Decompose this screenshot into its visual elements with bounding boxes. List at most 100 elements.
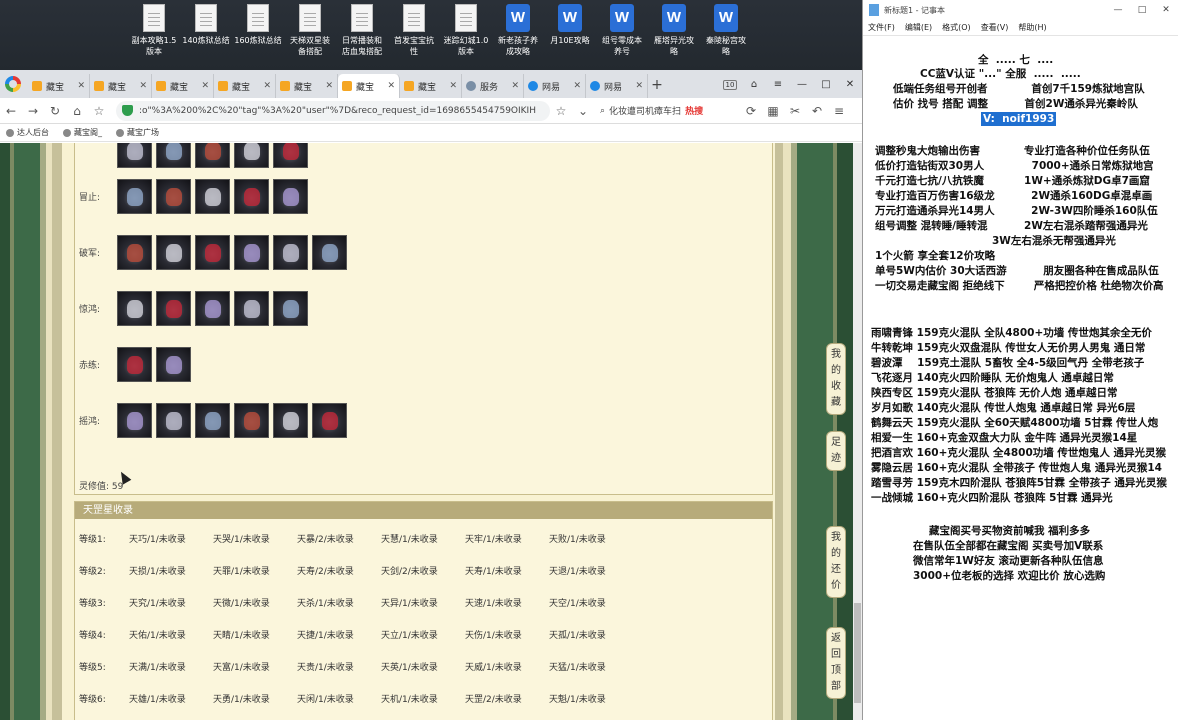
tab-close-icon[interactable]: ✕ xyxy=(573,81,581,91)
desktop-icon[interactable]: W 月10E攻略 xyxy=(542,4,598,46)
browser-tab[interactable]: 藏宝 ✕ xyxy=(152,74,214,98)
browser-tab[interactable]: 网易 ✕ xyxy=(524,74,586,98)
tab-close-icon[interactable]: ✕ xyxy=(201,81,209,91)
minimize-button[interactable]: — xyxy=(790,79,814,90)
equipment-item-icon[interactable] xyxy=(234,291,269,326)
equipment-item-icon[interactable] xyxy=(117,347,152,382)
equipment-item-icon[interactable] xyxy=(234,235,269,270)
bookmark-star-icon[interactable]: ☆ xyxy=(550,104,572,118)
back-icon[interactable]: ← xyxy=(0,104,22,118)
scrollbar-thumb[interactable] xyxy=(854,603,861,703)
notepad-menu-item[interactable]: 查看(V) xyxy=(981,22,1009,33)
equipment-item-icon[interactable] xyxy=(156,347,191,382)
equipment-item-icon[interactable] xyxy=(273,143,308,168)
notepad-minimize-button[interactable]: — xyxy=(1106,5,1130,15)
desktop-icon[interactable]: 140炼狱总结 xyxy=(178,4,234,46)
tab-close-icon[interactable]: ✕ xyxy=(77,81,85,91)
equipment-item-icon[interactable] xyxy=(117,291,152,326)
scrollbar[interactable] xyxy=(853,143,862,720)
desktop-icon[interactable]: 首发宝宝抗 性 xyxy=(386,4,442,57)
browser-tab[interactable]: 藏宝 ✕ xyxy=(28,74,90,98)
equipment-item-icon[interactable] xyxy=(195,235,230,270)
desktop-icon[interactable]: W 新老孩子养 成攻略 xyxy=(490,4,546,57)
desktop-icon[interactable]: W 雁塔异光攻 略 xyxy=(646,4,702,57)
desktop-icon[interactable]: 迷踪幻城1.0 版本 xyxy=(438,4,494,57)
forward-icon[interactable]: → xyxy=(22,104,44,118)
browser-tab[interactable]: 藏宝 ✕ xyxy=(338,74,400,98)
browser-tab[interactable]: 藏宝 ✕ xyxy=(90,74,152,98)
equipment-item-icon[interactable] xyxy=(195,179,230,214)
equipment-item-icon[interactable] xyxy=(312,235,347,270)
browser-tab[interactable]: 网易 ✕ xyxy=(586,74,648,98)
equipment-item-icon[interactable] xyxy=(273,235,308,270)
reload-icon[interactable]: ↻ xyxy=(44,104,66,118)
dropdown-icon[interactable]: ⌄ xyxy=(572,104,594,118)
equipment-item-icon[interactable] xyxy=(312,403,347,438)
equipment-item-icon[interactable] xyxy=(273,179,308,214)
notepad-menu-item[interactable]: 文件(F) xyxy=(868,22,895,33)
side-button[interactable]: 返回顶部 xyxy=(826,627,846,699)
equipment-item-icon[interactable] xyxy=(117,179,152,214)
notepad-maximize-button[interactable]: □ xyxy=(1130,5,1154,15)
tab-close-icon[interactable]: ✕ xyxy=(449,81,457,91)
tab-close-icon[interactable]: ✕ xyxy=(325,81,333,91)
side-button[interactable]: 我的还价 xyxy=(826,526,846,598)
equipment-item-icon[interactable] xyxy=(117,143,152,168)
notepad-text-area[interactable]: 全 ..... 七 .... CC蓝V认证 "..." 全服 ..... ....… xyxy=(863,36,1178,720)
browser-tab[interactable]: 藏宝 ✕ xyxy=(276,74,338,98)
tab-close-icon[interactable]: ✕ xyxy=(635,81,643,91)
menu-icon[interactable]: ≡ xyxy=(766,79,790,90)
tab-close-icon[interactable]: ✕ xyxy=(387,81,395,91)
equipment-item-icon[interactable] xyxy=(156,143,191,168)
desktop-icon[interactable]: 天梯双星装 备搭配 xyxy=(282,4,338,57)
equipment-item-icon[interactable] xyxy=(273,403,308,438)
equipment-item-icon[interactable] xyxy=(156,235,191,270)
browser-tab[interactable]: 服务 ✕ xyxy=(462,74,524,98)
undo-icon[interactable]: ↶ xyxy=(806,104,828,118)
desktop-icon[interactable]: W 秦陵秘宫攻 略 xyxy=(698,4,754,57)
notepad-close-button[interactable]: ✕ xyxy=(1154,5,1178,15)
star-icon[interactable]: ☆ xyxy=(88,104,110,118)
side-button[interactable]: 足迹 xyxy=(826,431,846,471)
browser-logo-icon[interactable] xyxy=(5,76,21,92)
apps-icon[interactable]: ▦ xyxy=(762,104,784,118)
url-input[interactable]: :o"%3A%200%2C%20"tag"%3A%20"user"%7D&rec… xyxy=(116,100,550,121)
sync-icon[interactable]: ⟳ xyxy=(740,104,762,118)
browser-tab[interactable]: 藏宝 ✕ xyxy=(400,74,462,98)
desktop-icon[interactable]: 日常播装和 店血鬼搭配 xyxy=(334,4,390,57)
notepad-menu-item[interactable]: 编辑(E) xyxy=(905,22,932,33)
tab-close-icon[interactable]: ✕ xyxy=(263,81,271,91)
equipment-item-icon[interactable] xyxy=(234,403,269,438)
side-button[interactable]: 我的收藏 xyxy=(826,343,846,415)
more-menu-icon[interactable]: ≡ xyxy=(828,104,850,118)
new-tab-button[interactable]: + xyxy=(648,74,666,98)
shirt-icon[interactable]: ⌂ xyxy=(742,79,766,90)
desktop-icon[interactable]: 副本攻略1.5 版本 xyxy=(126,4,182,57)
close-button[interactable]: ✕ xyxy=(838,79,862,90)
equipment-item-icon[interactable] xyxy=(117,235,152,270)
desktop-icon[interactable]: 160炼狱总结 xyxy=(230,4,286,46)
equipment-item-icon[interactable] xyxy=(156,291,191,326)
equipment-item-icon[interactable] xyxy=(195,291,230,326)
bookmark-item[interactable]: 达人后台 xyxy=(6,127,49,138)
browser-tab[interactable]: 藏宝 ✕ xyxy=(214,74,276,98)
bookmark-item[interactable]: 藏宝广场 xyxy=(116,127,159,138)
equipment-item-icon[interactable] xyxy=(117,403,152,438)
equipment-item-icon[interactable] xyxy=(234,143,269,168)
tab-count-badge[interactable]: 10 xyxy=(718,79,742,90)
equipment-item-icon[interactable] xyxy=(156,179,191,214)
cut-icon[interactable]: ✂ xyxy=(784,104,806,118)
notepad-menu-item[interactable]: 帮助(H) xyxy=(1018,22,1046,33)
search-input[interactable]: ⌕ 化妆遭司机瘴车扫 热搜 xyxy=(600,101,740,121)
bookmark-item[interactable]: 藏宝阁_ xyxy=(63,127,102,138)
desktop-icon[interactable]: W 组号零成本 养号 xyxy=(594,4,650,57)
equipment-item-icon[interactable] xyxy=(195,143,230,168)
home-icon[interactable]: ⌂ xyxy=(66,104,88,118)
tab-close-icon[interactable]: ✕ xyxy=(139,81,147,91)
equipment-item-icon[interactable] xyxy=(195,403,230,438)
tab-close-icon[interactable]: ✕ xyxy=(511,81,519,91)
equipment-item-icon[interactable] xyxy=(156,403,191,438)
notepad-menu-item[interactable]: 格式(O) xyxy=(942,22,971,33)
equipment-item-icon[interactable] xyxy=(273,291,308,326)
equipment-item-icon[interactable] xyxy=(234,179,269,214)
